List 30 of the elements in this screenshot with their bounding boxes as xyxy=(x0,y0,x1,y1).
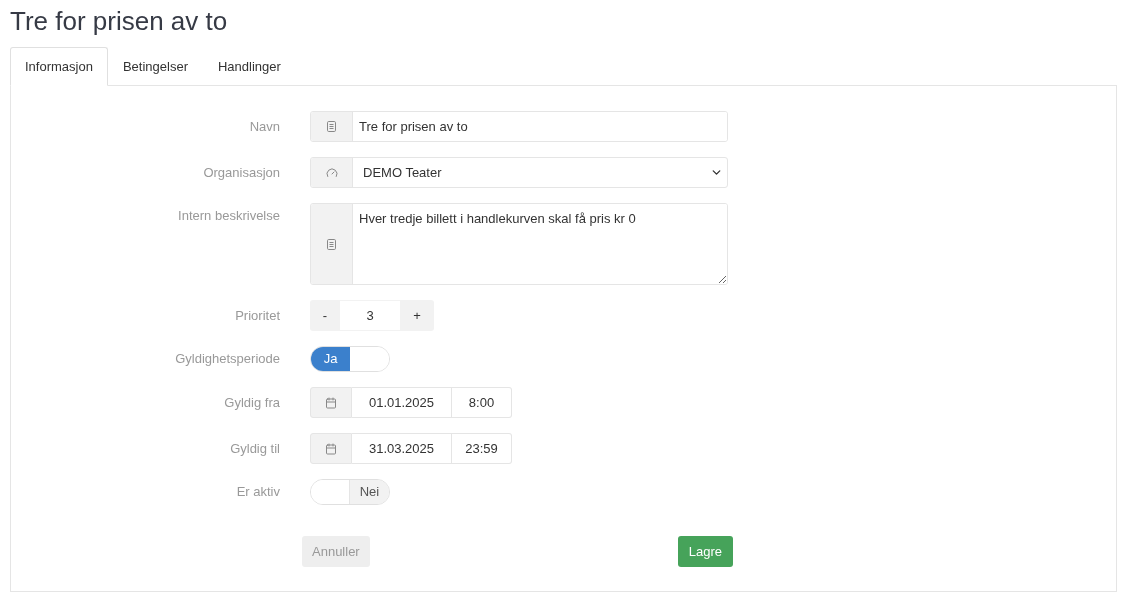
document-icon xyxy=(327,121,336,132)
textarea-field[interactable]: Hver tredje billett i handlekurven skal få pris kr 0 xyxy=(310,203,728,285)
field-label: Er aktiv xyxy=(235,483,280,501)
toggle-switch[interactable]: Nei xyxy=(310,479,390,505)
time-field[interactable]: 23:59 xyxy=(452,433,512,464)
decrement-button[interactable]: - xyxy=(310,300,340,331)
document-icon xyxy=(327,238,336,250)
field-label: Organisasjon xyxy=(202,163,280,182)
date-field[interactable]: 31.03.2025 xyxy=(352,433,452,464)
calendar-icon xyxy=(325,442,337,455)
text-field[interactable]: Tre for prisen av to xyxy=(310,111,728,142)
field-label: Gyldighetsperiode xyxy=(174,350,280,368)
number-field[interactable]: 3 xyxy=(340,300,400,331)
calendar-icon xyxy=(325,396,337,409)
tab[interactable]: Betingelser xyxy=(107,47,203,86)
field-label: Intern beskrivelse xyxy=(177,207,280,225)
tab[interactable]: Handlinger xyxy=(202,47,296,86)
field-label: Navn xyxy=(248,117,280,136)
select-value: DEMO Teater xyxy=(362,163,443,182)
toggle-switch[interactable]: Ja xyxy=(310,346,390,372)
time-field[interactable]: 8:00 xyxy=(452,387,512,418)
tab[interactable]: Informasjon xyxy=(10,47,108,86)
field-label: Gyldig til xyxy=(229,439,280,458)
field-label: Gyldig fra xyxy=(223,393,280,412)
select-field[interactable]: DEMO Teater xyxy=(310,157,728,188)
page-title: Tre for prisen av to xyxy=(10,5,228,37)
date-field[interactable]: 01.01.2025 xyxy=(352,387,452,418)
field-label: Prioritet xyxy=(234,306,280,325)
increment-button[interactable]: + xyxy=(400,300,434,331)
gauge-icon xyxy=(325,166,338,179)
